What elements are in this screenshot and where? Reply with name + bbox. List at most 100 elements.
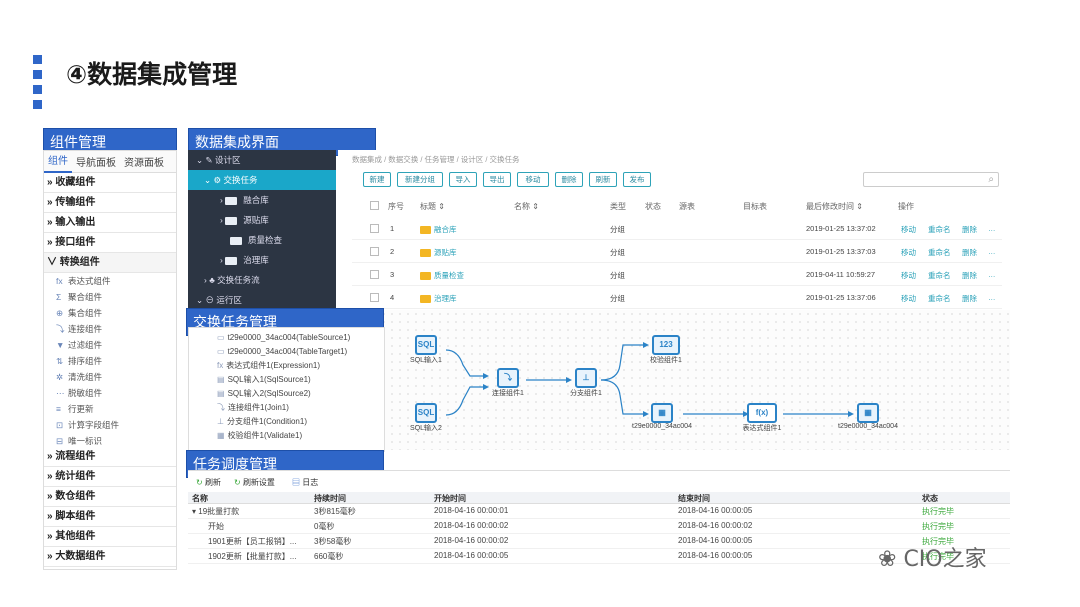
tree-folder[interactable]: › 源贴库 [188, 210, 336, 230]
component-group[interactable]: » 收藏组件 [44, 173, 176, 193]
edit-icon: ✎ [205, 155, 215, 165]
row-action-link[interactable]: … [988, 224, 996, 233]
delete-button[interactable]: 删除 [555, 172, 583, 187]
tree-folder[interactable]: 质量检查 [188, 230, 336, 250]
row-action-link[interactable]: 重命名 [928, 247, 951, 258]
row-action-link[interactable]: 重命名 [928, 270, 951, 281]
search-input[interactable]: ⌕ [863, 172, 999, 187]
refresh-button[interactable]: 刷新 [589, 172, 617, 187]
tab-resources[interactable]: 资源面板 [120, 154, 168, 169]
select-all-checkbox[interactable] [370, 201, 379, 210]
tree-folder[interactable]: › 融合库 [188, 190, 336, 210]
row-action-link[interactable]: 删除 [962, 293, 977, 304]
tree-runtime-area[interactable]: ⌄ ⊖ 运行区 [188, 290, 336, 310]
tab-components[interactable]: 组件 [44, 151, 72, 173]
component-item[interactable]: ✲ 清洗组件 [44, 369, 176, 385]
schedule-row[interactable]: ▾ 19批量打款 3秒815毫秒 2018-04-16 00:00:01 2018-0… [188, 505, 1010, 519]
row-checkbox[interactable] [370, 270, 379, 279]
tree-task-flow[interactable]: › ♣ 交换任务流 [188, 270, 336, 290]
exchange-item[interactable]: ⤵ 连接组件1(Join1) [189, 401, 384, 415]
component-group[interactable]: » 大数据组件 [44, 547, 176, 567]
table-row[interactable]: 2 源贴库 分组 2019-01-25 13:37:03 移动 重命名 删除… [352, 241, 1002, 263]
log-button[interactable]: ▤ 日志 [292, 477, 318, 488]
component-item[interactable]: ⋯ 脱敏组件 [44, 385, 176, 401]
component-group[interactable]: » 脚本组件 [44, 507, 176, 527]
tree-exchange-task[interactable]: ⌄ ⚙ 交换任务 [188, 170, 336, 190]
component-group[interactable]: » 流程组件 [44, 447, 176, 467]
col-modified[interactable]: 最后修改时间 ⇕ [806, 201, 863, 212]
tree-design-area[interactable]: ⌄ ✎ 设计区 [188, 150, 336, 170]
row-action-link[interactable]: 移动 [901, 293, 916, 304]
row-action-link[interactable]: … [988, 293, 996, 302]
tree-folder[interactable]: › 治理库 [188, 250, 336, 270]
row-action-link[interactable]: … [988, 247, 996, 256]
row-action-link[interactable]: 移动 [901, 270, 916, 281]
export-button[interactable]: 导出 [483, 172, 511, 187]
chevron-down-icon: ∨ [47, 257, 60, 268]
exchange-item[interactable]: fx 表达式组件1(Expression1) [189, 359, 384, 373]
row-action-link[interactable]: 移动 [901, 247, 916, 258]
new-button[interactable]: 新建 [363, 172, 391, 187]
exchange-item[interactable]: ▤ SQL输入2(SqlSource2) [189, 387, 384, 401]
row-action-link[interactable]: … [988, 270, 996, 279]
flow-node-split[interactable]: ⊥ 分支组件1 [566, 368, 606, 398]
col-title[interactable]: 标题 ⇕ [420, 201, 445, 212]
exchange-item[interactable]: ⊥ 分支组件1(Condition1) [189, 415, 384, 429]
component-item[interactable]: ⤵ 连接组件 [44, 321, 176, 337]
row-checkbox[interactable] [370, 293, 379, 302]
refresh-settings-button[interactable]: ↻ 刷新设置 [234, 477, 275, 488]
row-checkbox[interactable] [370, 247, 379, 256]
component-group[interactable]: » 统计组件 [44, 467, 176, 487]
row-action-link[interactable]: 重命名 [928, 293, 951, 304]
table-row[interactable]: 1 融合库 分组 2019-01-25 13:37:02 移动 重命名 删除… [352, 218, 1002, 240]
row-title[interactable]: 质量检查 [420, 270, 464, 281]
component-group[interactable]: » 输入输出 [44, 213, 176, 233]
exchange-item[interactable]: ▭ t29e0000_34ac004(TableSource1) [189, 331, 384, 345]
flow-node-validate[interactable]: 123 校验组件1 [643, 335, 689, 365]
component-group[interactable]: » 传输组件 [44, 193, 176, 213]
flow-node-expression[interactable]: f(x) 表达式组件1 [740, 403, 784, 433]
refresh-button[interactable]: ↻ 刷新 [196, 477, 221, 488]
schedule-row[interactable]: 开始 0毫秒 2018-04-16 00:00:02 2018-04-16 00:00… [188, 520, 1010, 534]
component-item[interactable]: ≡ 行更新 [44, 401, 176, 417]
function-icon: f(x) [747, 403, 777, 423]
row-action-link[interactable]: 移动 [901, 224, 916, 235]
publish-button[interactable]: 发布 [623, 172, 651, 187]
row-title[interactable]: 源贴库 [420, 247, 457, 258]
exchange-item[interactable]: ▤ SQL输入1(SqlSource1) [189, 373, 384, 387]
exchange-item[interactable]: ▭ t29e0000_34ac004(TableTarget1) [189, 345, 384, 359]
flow-node-table-target[interactable]: ▦ t29e0000_34ac004 [828, 403, 908, 430]
component-group[interactable]: » 其他组件 [44, 527, 176, 547]
flow-node-table-source[interactable]: ▦ t29e0000_34ac004 [631, 403, 693, 430]
col-name[interactable]: 名称 ⇕ [514, 201, 539, 212]
component-item[interactable]: ⇅ 排序组件 [44, 353, 176, 369]
row-action-link[interactable]: 删除 [962, 270, 977, 281]
flow-node-sql-input-1[interactable]: SQL SQL输入1 [406, 335, 446, 365]
col-status: 状态 [645, 202, 661, 211]
row-checkbox[interactable] [370, 224, 379, 233]
table-row[interactable]: 3 质量检查 分组 2019-04-11 10:59:27 移动 重命名 删除… [352, 264, 1002, 286]
row-action-link[interactable]: 删除 [962, 224, 977, 235]
component-item[interactable]: fx 表达式组件 [44, 273, 176, 289]
component-item[interactable]: ▼ 过滤组件 [44, 337, 176, 353]
col-start: 开始时间 [434, 494, 466, 503]
component-item[interactable]: Σ 聚合组件 [44, 289, 176, 305]
component-item[interactable]: ⊡ 计算字段组件 [44, 417, 176, 433]
row-action-link[interactable]: 重命名 [928, 224, 951, 235]
component-group[interactable]: ∨ 转换组件 [44, 253, 176, 273]
move-button[interactable]: 移动 [517, 172, 549, 187]
new-group-button[interactable]: 新建分组 [397, 172, 443, 187]
component-group[interactable]: » 接口组件 [44, 233, 176, 253]
node-icon: ▤ [217, 389, 225, 398]
flow-node-sql-input-2[interactable]: SQL SQL输入2 [406, 403, 446, 433]
table-row[interactable]: 4 治理库 分组 2019-01-25 13:37:06 移动 重命名 删除… [352, 287, 1002, 309]
component-item[interactable]: ⊕ 集合组件 [44, 305, 176, 321]
row-title[interactable]: 治理库 [420, 293, 457, 304]
exchange-item[interactable]: ▦ 校验组件1(Validate1) [189, 429, 384, 443]
row-title[interactable]: 融合库 [420, 224, 457, 235]
flow-node-join[interactable]: ⤵ 连接组件1 [486, 368, 530, 398]
component-group[interactable]: » 数仓组件 [44, 487, 176, 507]
row-action-link[interactable]: 删除 [962, 247, 977, 258]
import-button[interactable]: 导入 [449, 172, 477, 187]
tab-navigation[interactable]: 导航面板 [72, 154, 120, 169]
